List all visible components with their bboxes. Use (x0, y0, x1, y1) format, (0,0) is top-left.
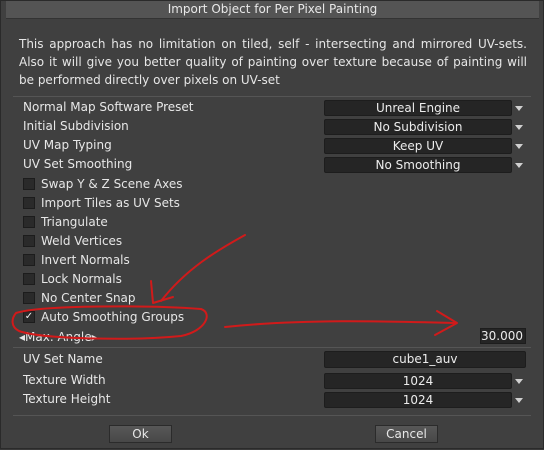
chevron-down-icon[interactable] (512, 138, 526, 154)
texture-height-value: 1024 (324, 392, 512, 408)
checkbox-label: Swap Y & Z Scene Axes (41, 177, 183, 191)
checkbox-label: Auto Smoothing Groups (41, 310, 185, 324)
uv-set-smoothing-label: UV Set Smoothing (23, 157, 133, 171)
ok-button[interactable]: Ok (109, 425, 172, 443)
import-tiles-checkbox-row[interactable]: Import Tiles as UV Sets (23, 195, 180, 211)
description-text: This approach has no limitation on tiled… (19, 37, 527, 87)
normal-map-preset-value: Unreal Engine (324, 100, 512, 116)
checkbox[interactable] (23, 254, 35, 266)
initial-subdivision-dropdown[interactable]: No Subdivision (324, 119, 526, 135)
separator (13, 96, 531, 97)
uv-set-smoothing-dropdown[interactable]: No Smoothing (324, 157, 526, 173)
annotation-right-arrow (224, 320, 457, 328)
separator (13, 415, 531, 416)
annotation-arrowhead-right (434, 310, 458, 336)
checkbox[interactable] (23, 216, 35, 228)
dialog-title: Import Object for Per Pixel Painting (6, 1, 539, 19)
uv-set-name-input[interactable]: cube1_auv (324, 351, 526, 368)
texture-height-dropdown[interactable]: 1024 (324, 392, 526, 408)
chevron-down-icon[interactable] (512, 157, 526, 173)
uv-map-typing-value: Keep UV (324, 138, 512, 154)
chevron-down-icon[interactable] (512, 392, 526, 408)
normal-map-preset-label: Normal Map Software Preset (23, 100, 194, 114)
checkbox[interactable] (23, 273, 35, 285)
uv-set-name-label: UV Set Name (23, 352, 103, 366)
initial-subdivision-label: Initial Subdivision (23, 119, 129, 133)
texture-height-label: Texture Height (23, 392, 111, 406)
chevron-down-icon[interactable] (512, 119, 526, 135)
normal-map-preset-dropdown[interactable]: Unreal Engine (324, 100, 526, 116)
max-angle-slider-label[interactable]: ◂Max. Angle▸ (19, 329, 98, 345)
weld-vertices-checkbox-row[interactable]: Weld Vertices (23, 233, 122, 249)
checkbox[interactable] (23, 235, 35, 247)
checkbox[interactable] (23, 197, 35, 209)
uv-map-typing-label: UV Map Typing (23, 138, 112, 152)
invert-normals-checkbox-row[interactable]: Invert Normals (23, 252, 130, 268)
texture-width-label: Texture Width (23, 373, 106, 387)
uv-map-typing-dropdown[interactable]: Keep UV (324, 138, 526, 154)
no-center-snap-checkbox-row[interactable]: No Center Snap (23, 290, 136, 306)
checkbox-label: Lock Normals (41, 272, 122, 286)
import-dialog: Import Object for Per Pixel Painting Thi… (0, 0, 544, 449)
annotation-curve-arrow (160, 234, 246, 302)
checkbox-checked[interactable]: ✓ (23, 311, 35, 323)
uv-set-smoothing-value: No Smoothing (324, 157, 512, 173)
check-icon: ✓ (24, 311, 34, 322)
checkbox-label: No Center Snap (41, 291, 136, 305)
texture-width-value: 1024 (324, 373, 512, 389)
swap-yz-checkbox-row[interactable]: Swap Y & Z Scene Axes (23, 176, 183, 192)
texture-width-dropdown[interactable]: 1024 (324, 373, 526, 389)
chevron-down-icon[interactable] (512, 373, 526, 389)
max-angle-input[interactable]: 30.000 (480, 328, 526, 344)
triangulate-checkbox-row[interactable]: Triangulate (23, 214, 108, 230)
auto-smoothing-groups-checkbox-row[interactable]: ✓ Auto Smoothing Groups (23, 309, 184, 325)
checkbox-label: Triangulate (41, 215, 108, 229)
checkbox[interactable] (23, 178, 35, 190)
initial-subdivision-value: No Subdivision (324, 119, 512, 135)
checkbox[interactable] (23, 292, 35, 304)
separator (13, 347, 531, 348)
cancel-button[interactable]: Cancel (375, 425, 438, 443)
annotation-arrowhead-left (150, 280, 174, 304)
lock-normals-checkbox-row[interactable]: Lock Normals (23, 271, 122, 287)
checkbox-label: Import Tiles as UV Sets (41, 196, 180, 210)
chevron-down-icon[interactable] (512, 100, 526, 116)
checkbox-label: Invert Normals (41, 253, 130, 267)
checkbox-label: Weld Vertices (41, 234, 123, 248)
